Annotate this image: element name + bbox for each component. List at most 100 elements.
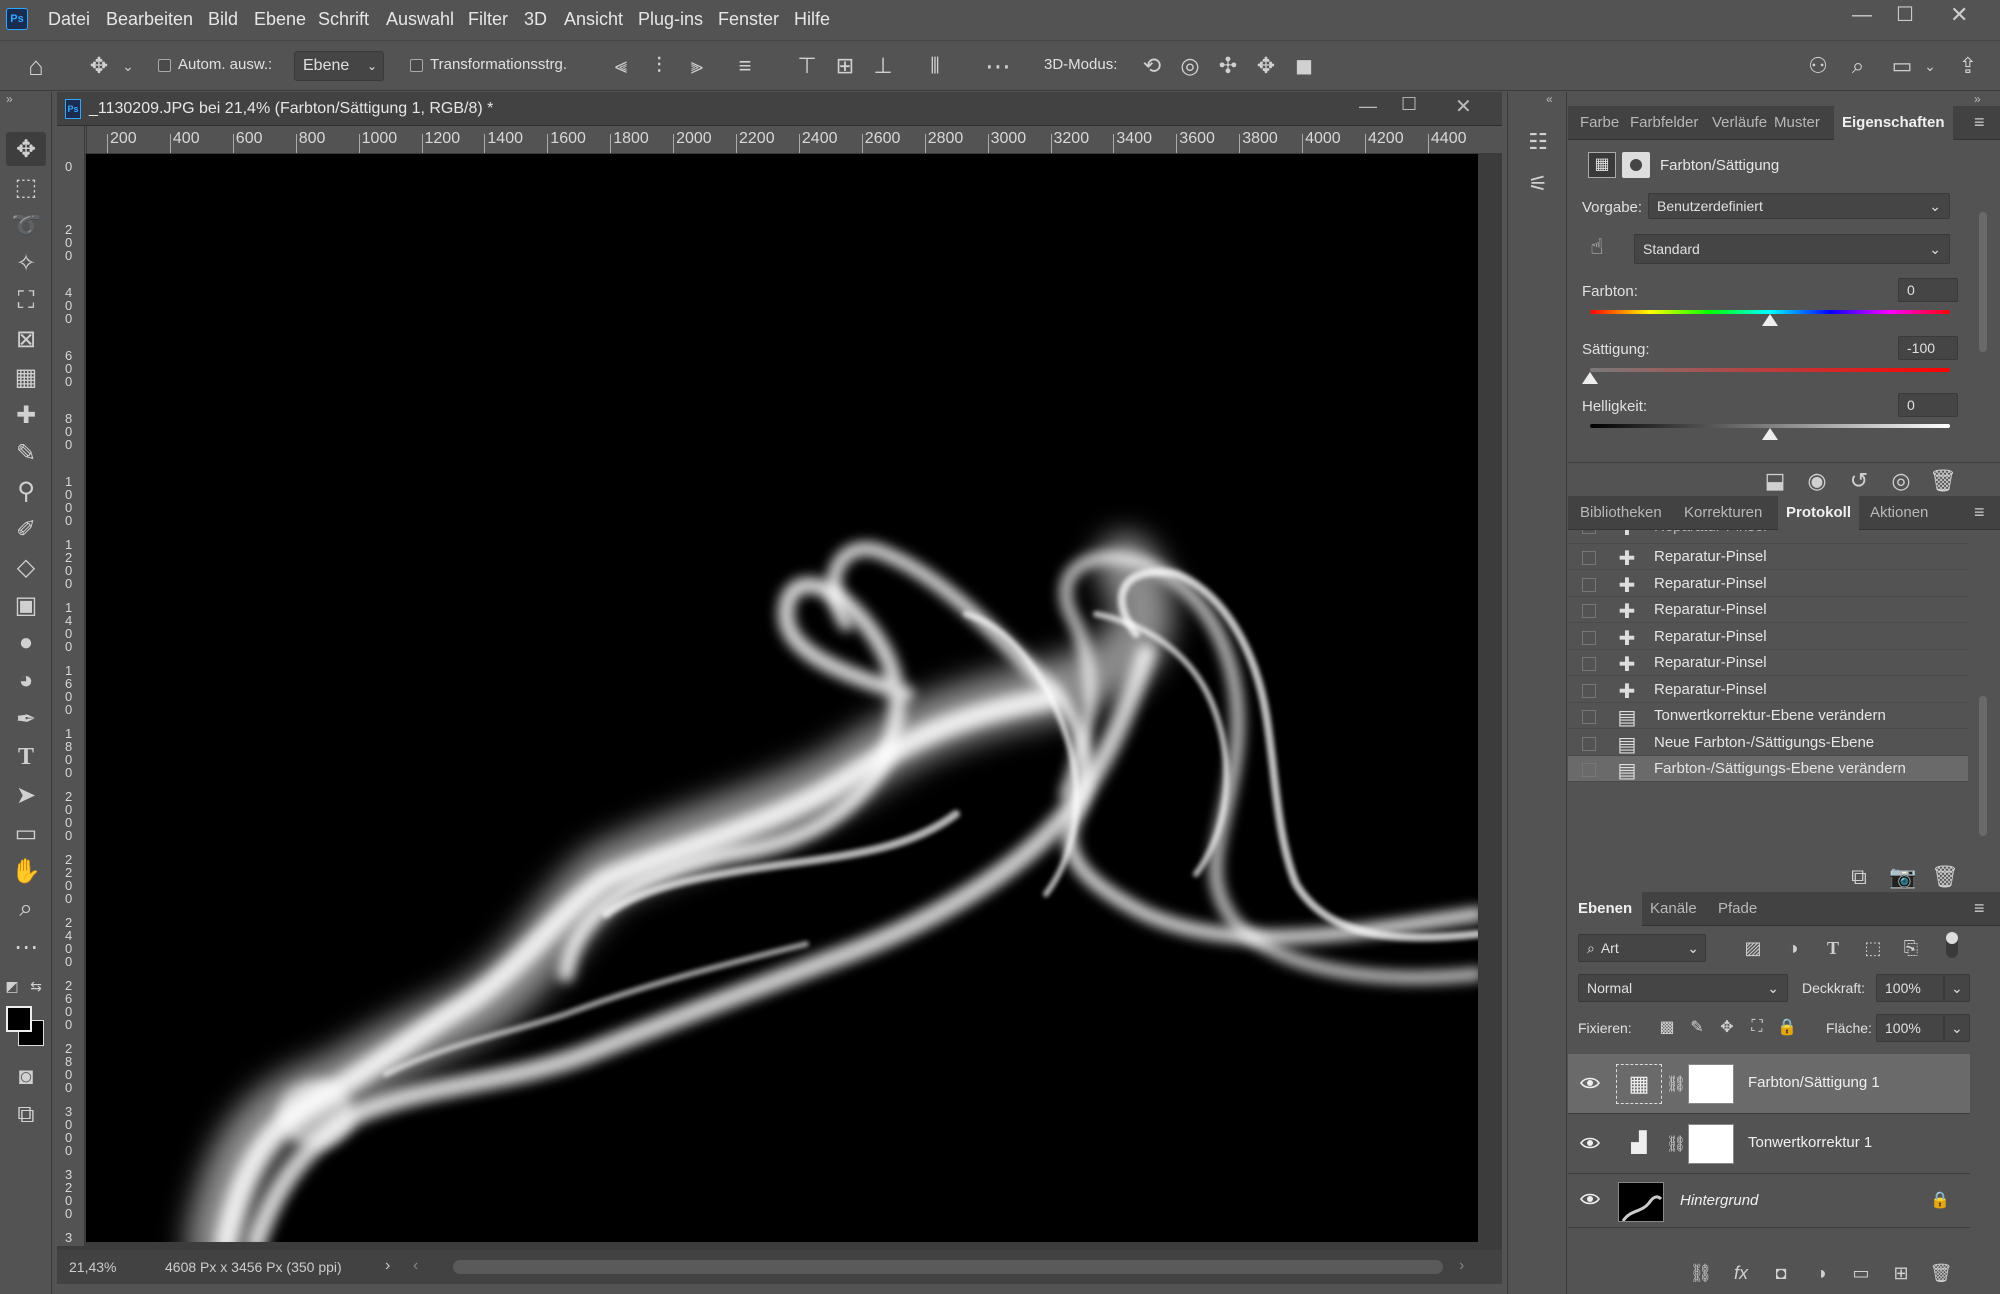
layer-row-levels[interactable]: ▟ ⛓ Tonwertkorrektur 1 bbox=[1568, 1114, 1970, 1174]
minimize-window-button[interactable]: — bbox=[1852, 4, 1872, 27]
delete-state-icon[interactable]: 🗑 bbox=[1928, 862, 1962, 892]
history-item[interactable]: ✚ Reparatur-Pinsel bbox=[1568, 571, 1968, 597]
filter-adjustment-icon[interactable]: ◑ bbox=[1778, 934, 1808, 962]
new-snapshot-icon[interactable]: 📷 bbox=[1886, 862, 1920, 892]
fill-input[interactable]: 100% bbox=[1876, 1014, 1944, 1042]
search-icon[interactable]: ⌕ bbox=[1842, 51, 1874, 81]
targeted-adjustment-icon[interactable]: ☝ bbox=[1582, 232, 1612, 262]
close-window-button[interactable]: ✕ bbox=[1950, 2, 1968, 28]
document-tab[interactable]: Ps _1130209.JPG bei 21,4% (Farbton/Sätti… bbox=[57, 92, 1502, 126]
filter-type-icon[interactable]: T bbox=[1818, 934, 1848, 962]
distribute-vertical-icon[interactable]: ≡ bbox=[730, 51, 760, 81]
menu-1[interactable]: Datei bbox=[48, 9, 90, 30]
lightness-slider-thumb[interactable] bbox=[1762, 428, 1778, 440]
eraser-tool-icon[interactable]: ◇ bbox=[6, 550, 46, 584]
more-options-icon[interactable]: ⋯ bbox=[980, 51, 1016, 81]
hue-input[interactable]: 0 bbox=[1898, 278, 1958, 302]
history-item[interactable]: ▤ Farbton-/Sättigungs-Ebene verändern bbox=[1568, 756, 1968, 782]
layer-row-background[interactable]: Hintergrund 🔒 bbox=[1568, 1174, 1970, 1228]
chain-link-icon[interactable]: ⛓ bbox=[1666, 1074, 1686, 1094]
doc-maximize-button[interactable]: ☐ bbox=[1401, 94, 1417, 115]
blend-mode-dropdown[interactable]: Normal ⌄ bbox=[1578, 974, 1788, 1002]
menu-3[interactable]: Bild bbox=[208, 9, 238, 30]
preset-dropdown[interactable]: Benutzerdefiniert ⌄ bbox=[1648, 193, 1950, 219]
healing-brush-tool-icon[interactable]: ✚ bbox=[6, 398, 46, 432]
properties-scrollbar[interactable] bbox=[1976, 192, 1990, 452]
tab-muster[interactable]: Muster bbox=[1770, 106, 1824, 140]
menu-2[interactable]: Bearbeiten bbox=[106, 9, 193, 30]
auto-select-dropdown[interactable]: Ebene ⌄ bbox=[294, 51, 384, 81]
3d-pan-icon[interactable]: ✣ bbox=[1212, 51, 1244, 81]
clone-stamp-tool-icon[interactable]: ⚲ bbox=[6, 474, 46, 508]
tab-verlaeufe[interactable]: Verläufe bbox=[1708, 106, 1771, 140]
view-previous-state-icon[interactable]: ◉ bbox=[1800, 466, 1834, 496]
layer-row-hue-saturation[interactable]: ▦ ⛓ Farbton/Sättigung 1 bbox=[1568, 1054, 1970, 1114]
delete-adjustment-icon[interactable]: 🗑 bbox=[1926, 466, 1960, 496]
panel-menu-icon[interactable]: ≡ bbox=[1974, 502, 1985, 523]
scroll-left-icon[interactable]: ‹ bbox=[413, 1257, 418, 1275]
history-snapshot-checkbox[interactable] bbox=[1582, 551, 1596, 565]
magic-wand-tool-icon[interactable]: ✧ bbox=[6, 246, 46, 280]
new-adjustment-layer-icon[interactable]: ◑ bbox=[1806, 1258, 1836, 1288]
share-icon[interactable]: ⇪ bbox=[1952, 51, 1984, 81]
opacity-input[interactable]: 100% bbox=[1876, 974, 1944, 1002]
swap-colors-icon[interactable]: ⇆ bbox=[26, 976, 46, 996]
visibility-eye-icon[interactable]: ◎ bbox=[1884, 466, 1918, 496]
brush-tool-icon[interactable]: ✎ bbox=[6, 436, 46, 470]
more-tools-icon[interactable]: ⋯ bbox=[6, 930, 46, 964]
lasso-tool-icon[interactable]: ➰ bbox=[6, 208, 46, 242]
menu-11[interactable]: Fenster bbox=[718, 9, 779, 30]
layer-mask-thumbnail[interactable] bbox=[1688, 1064, 1734, 1104]
3d-orbit-icon[interactable]: ⟲ bbox=[1136, 51, 1168, 81]
tab-ebenen[interactable]: Ebenen bbox=[1568, 892, 1643, 926]
rectangle-tool-icon[interactable]: ▭ bbox=[6, 816, 46, 850]
add-mask-icon[interactable]: ◘ bbox=[1766, 1258, 1796, 1288]
reset-icon[interactable]: ↺ bbox=[1842, 466, 1876, 496]
menu-7[interactable]: Filter bbox=[468, 9, 508, 30]
channel-dropdown[interactable]: Standard ⌄ bbox=[1634, 234, 1950, 264]
chevron-down-icon[interactable]: ⌄ bbox=[118, 53, 138, 79]
hand-tool-icon[interactable]: ✋ bbox=[6, 854, 46, 888]
ruler-tool-icon[interactable]: ▦ bbox=[6, 360, 46, 394]
fill-dropdown[interactable]: ⌄ bbox=[1944, 1014, 1970, 1042]
history-snapshot-checkbox[interactable] bbox=[1582, 604, 1596, 618]
saturation-slider-thumb[interactable] bbox=[1582, 372, 1598, 384]
filter-smart-object-icon[interactable]: ⎘ bbox=[1896, 934, 1926, 962]
mask-icon[interactable] bbox=[1622, 152, 1650, 178]
zoom-tool-icon[interactable]: ⌕ bbox=[6, 892, 46, 926]
filter-toggle[interactable] bbox=[1946, 932, 1958, 958]
link-layers-icon[interactable]: ⛓ bbox=[1686, 1258, 1716, 1288]
tab-kanaele[interactable]: Kanäle bbox=[1646, 892, 1701, 926]
collapse-strip-icon[interactable]: « bbox=[1546, 92, 1553, 106]
new-group-icon[interactable]: ▭ bbox=[1846, 1258, 1876, 1288]
move-tool-icon[interactable]: ✥ bbox=[6, 132, 46, 166]
type-tool-icon[interactable]: T bbox=[6, 740, 46, 774]
zoom-level[interactable]: 21,43% bbox=[69, 1259, 116, 1275]
user-search-icon[interactable]: ⚇ bbox=[1802, 51, 1834, 81]
tab-pfade[interactable]: Pfade bbox=[1714, 892, 1761, 926]
status-menu-chevron-icon[interactable]: › bbox=[385, 1257, 390, 1275]
align-horizontal-center-icon[interactable]: ⫶ bbox=[644, 51, 674, 81]
layer-filter-dropdown[interactable]: ⌕ Art ⌄ bbox=[1578, 934, 1706, 962]
visibility-eye-icon[interactable] bbox=[1580, 1076, 1600, 1090]
history-snapshot-checkbox[interactable] bbox=[1582, 657, 1596, 671]
lock-all-icon[interactable]: 🔒 bbox=[1774, 1014, 1800, 1040]
tab-farbe[interactable]: Farbe bbox=[1576, 106, 1623, 140]
hue-slider-thumb[interactable] bbox=[1762, 314, 1778, 326]
properties-panel-icon[interactable]: ☷ bbox=[1520, 124, 1556, 160]
lock-position-icon[interactable]: ✥ bbox=[1714, 1014, 1740, 1040]
saturation-slider-track[interactable] bbox=[1590, 368, 1950, 372]
document-info[interactable]: 4608 Px x 3456 Px (350 ppi) bbox=[165, 1259, 342, 1275]
auto-select-checkbox[interactable] bbox=[158, 59, 171, 72]
path-selection-tool-icon[interactable]: ➤ bbox=[6, 778, 46, 812]
tab-aktionen[interactable]: Aktionen bbox=[1866, 496, 1932, 530]
maximize-window-button[interactable]: ☐ bbox=[1896, 2, 1914, 27]
lock-transparency-icon[interactable]: ▩ bbox=[1654, 1014, 1680, 1040]
adjustments-panel-icon[interactable]: ⚟ bbox=[1520, 166, 1556, 202]
chevron-down-icon[interactable]: ⌄ bbox=[1920, 53, 1940, 79]
menu-4[interactable]: Ebene bbox=[254, 9, 306, 30]
workspace-icon[interactable]: ▭ bbox=[1886, 51, 1918, 81]
panel-menu-icon[interactable]: ≡ bbox=[1974, 112, 1985, 133]
3d-slide-icon[interactable]: ✥ bbox=[1250, 51, 1282, 81]
history-snapshot-checkbox[interactable] bbox=[1582, 630, 1596, 645]
